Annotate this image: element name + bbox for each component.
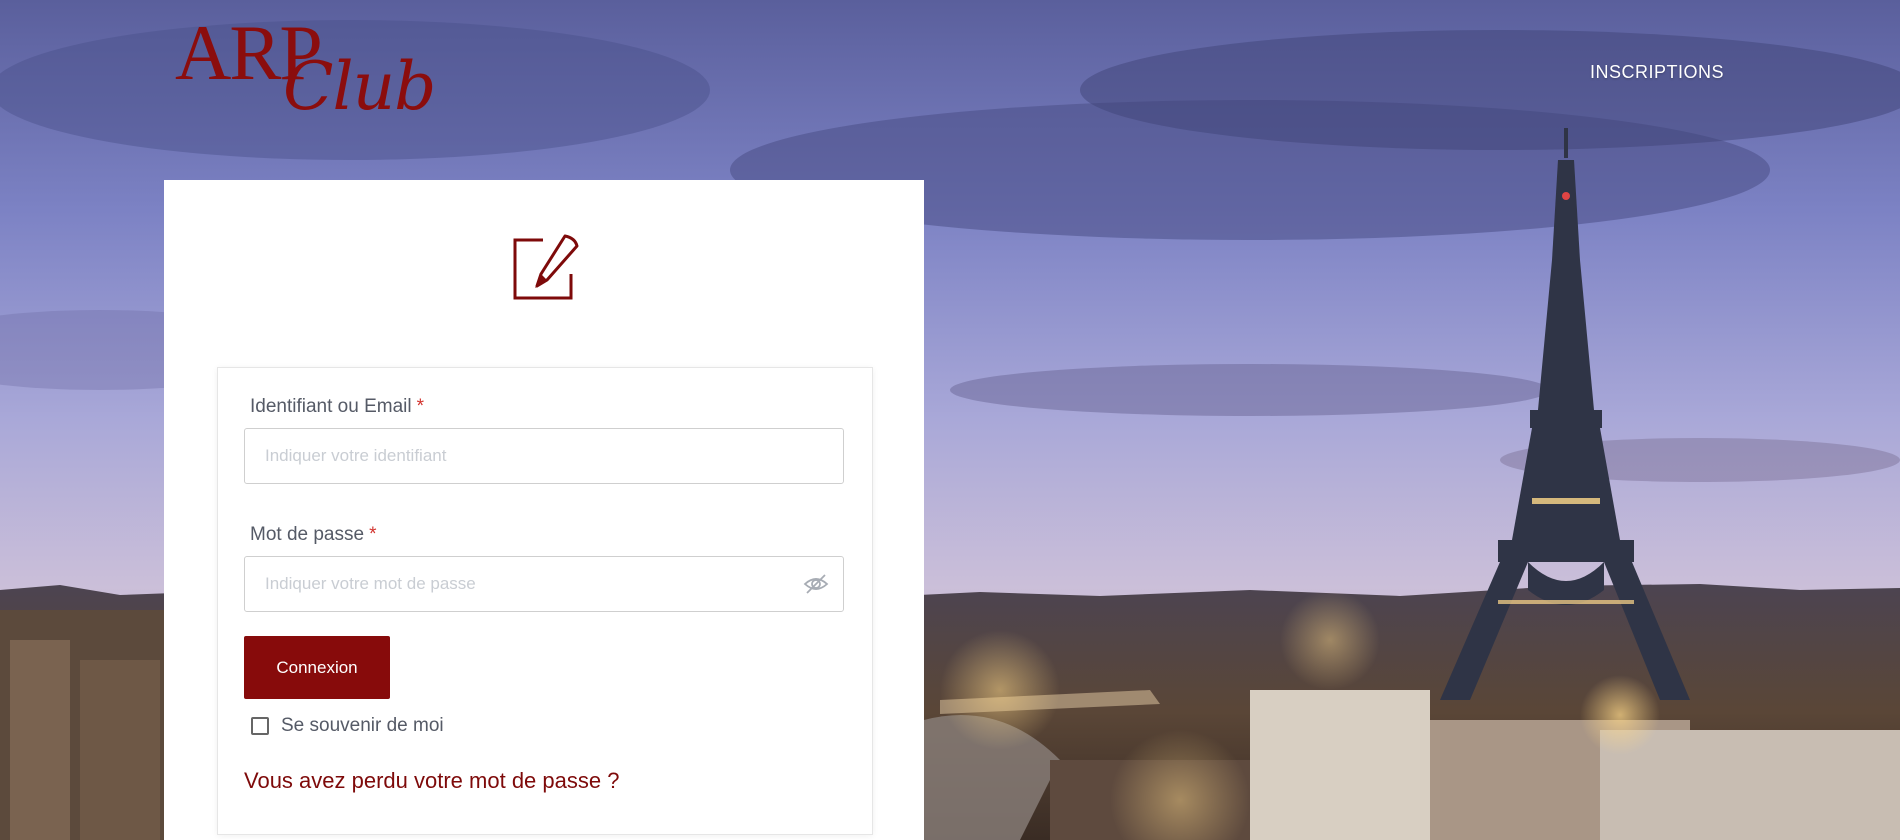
required-mark: * (369, 524, 377, 545)
required-mark: * (416, 396, 424, 417)
inscriptions-link[interactable]: INSCRIPTIONS (1590, 62, 1724, 83)
username-field[interactable] (244, 428, 844, 484)
login-page: ARP Club INSCRIPTIONS Identifiant ou Ema… (0, 0, 1900, 840)
eye-slash-icon[interactable] (803, 573, 829, 595)
login-card: Identifiant ou Email* Mot de passe* Conn… (164, 180, 924, 840)
edit-square-icon (513, 234, 579, 300)
forgot-password-link[interactable]: Vous avez perdu votre mot de passe ? (244, 768, 619, 794)
remember-me-checkbox[interactable] (251, 717, 269, 735)
password-label-text: Mot de passe (250, 524, 365, 545)
login-form: Identifiant ou Email* Mot de passe* Conn… (217, 367, 873, 835)
remember-me-label: Se souvenir de moi (281, 715, 444, 736)
remember-me[interactable]: Se souvenir de moi (251, 715, 444, 737)
username-input[interactable] (265, 429, 805, 483)
arp-club-logo[interactable]: ARP Club (175, 14, 455, 130)
password-input[interactable] (265, 557, 805, 611)
logo-club-text: Club (283, 48, 436, 125)
username-label-text: Identifiant ou Email (250, 396, 412, 417)
connexion-button[interactable]: Connexion (244, 636, 390, 699)
password-field[interactable] (244, 556, 844, 612)
password-label: Mot de passe * (250, 524, 376, 546)
username-label: Identifiant ou Email * (250, 396, 424, 418)
